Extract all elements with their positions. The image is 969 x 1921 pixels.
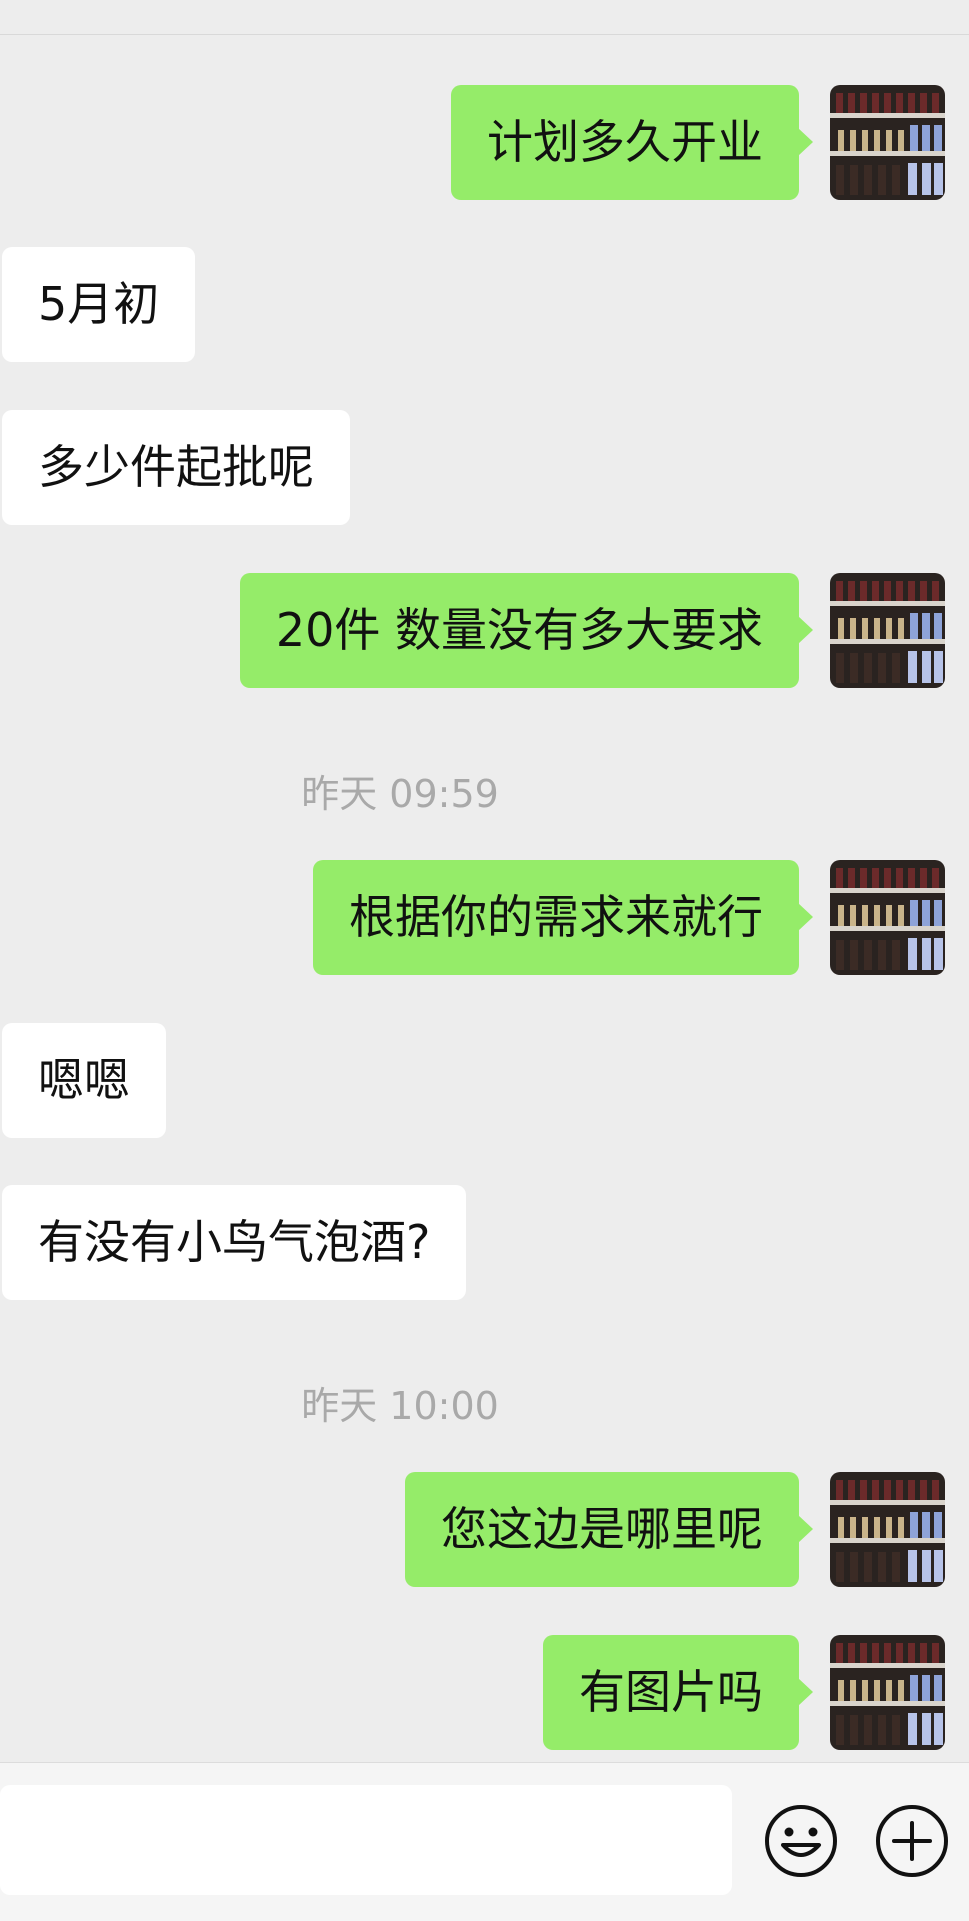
received-message-bubble[interactable]: 嗯嗯 — [2, 1023, 166, 1138]
avatar[interactable] — [830, 1472, 945, 1587]
chat-input-bar — [0, 1762, 969, 1921]
sent-message-bubble[interactable]: 计划多久开业 — [451, 85, 813, 200]
received-message-bubble[interactable]: 多少件起批呢 — [2, 410, 350, 525]
timestamp: 昨天 09:59 — [301, 772, 499, 816]
plus-circle-icon[interactable] — [874, 1803, 950, 1879]
message-input[interactable] — [0, 1785, 732, 1895]
sent-message-bubble[interactable]: 20件 数量没有多大要求 — [239, 573, 814, 688]
message-row: 20件 数量没有多大要求 — [0, 573, 969, 688]
chat-message-list[interactable]: 计划多久开业 5月初 多少件起批呢 20件 数量没有多大要求 昨天 09:59 … — [0, 35, 969, 1760]
avatar[interactable] — [830, 1635, 945, 1750]
message-row: 多少件起批呢 — [0, 410, 969, 525]
message-row: 有图片吗 — [0, 1635, 969, 1750]
sent-message-bubble[interactable]: 根据你的需求来就行 — [313, 860, 813, 975]
received-message-bubble[interactable]: 有没有小鸟气泡酒? — [2, 1185, 467, 1300]
avatar[interactable] — [830, 573, 945, 688]
sent-message-bubble[interactable]: 有图片吗 — [543, 1635, 813, 1750]
message-row: 5月初 — [0, 247, 969, 362]
sent-message-bubble[interactable]: 您这边是哪里呢 — [405, 1472, 813, 1587]
avatar[interactable] — [830, 860, 945, 975]
received-message-bubble[interactable]: 5月初 — [2, 247, 196, 362]
message-row: 您这边是哪里呢 — [0, 1472, 969, 1587]
timestamp: 昨天 10:00 — [301, 1384, 499, 1428]
emoji-face-icon[interactable] — [763, 1803, 839, 1879]
message-row: 计划多久开业 — [0, 85, 969, 200]
avatar[interactable] — [830, 85, 945, 200]
message-row: 嗯嗯 — [0, 1023, 969, 1138]
message-row: 根据你的需求来就行 — [0, 860, 969, 975]
top-divider — [0, 0, 969, 35]
message-row: 有没有小鸟气泡酒? — [0, 1185, 969, 1300]
